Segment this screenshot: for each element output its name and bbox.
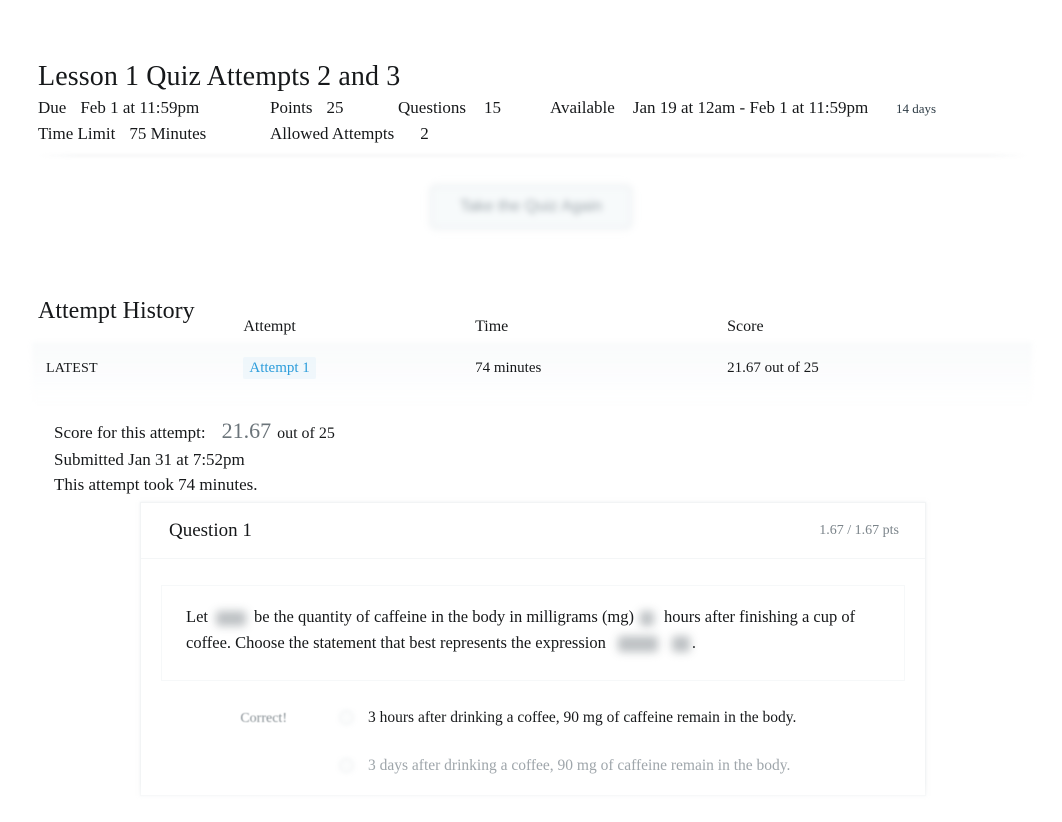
available-label: Available (550, 98, 615, 117)
redacted-math-expression-1 (617, 636, 658, 653)
answer-feedback-correct: Correct! (240, 711, 287, 726)
answer-2-text: 3 days after drinking a coffee, 90 mg of… (368, 757, 791, 774)
score-out-of: out of 25 (277, 425, 335, 442)
question-text-part-1: Let (186, 607, 208, 626)
questions-value: 15 (484, 98, 501, 117)
column-header-score: Score (727, 318, 764, 335)
answer-list: Correct! 3 hours after drinking a coffee… (141, 699, 925, 795)
answer-item-2[interactable]: 3 days after drinking a coffee, 90 mg of… (141, 747, 925, 795)
points-group: Points 25 (270, 98, 398, 118)
time-limit-value: 75 Minutes (129, 124, 207, 143)
column-header-time: Time (475, 318, 509, 335)
redacted-math-variable-q (216, 610, 246, 626)
score-summary: Score for this attempt: 21.67 out of 25 Su… (54, 418, 335, 498)
due-value: Feb 1 at 11:59pm (80, 98, 200, 117)
question-text-part-4: . (691, 633, 696, 652)
available-group: Available Jan 19 at 12am - Feb 1 at 11:59… (550, 98, 870, 118)
time-limit-label: Time Limit (38, 124, 116, 143)
attempt-time-cell: 74 minutes (475, 360, 542, 376)
score-line: Score for this attempt: 21.67 out of 25 (54, 418, 335, 447)
submitted-line: Submitted Jan 31 at 7:52pm (54, 449, 245, 469)
attempt-score-cell: 21.67 out of 25 (727, 360, 819, 376)
table-row[interactable]: LATEST Attempt 1 74 minutes 21.67 out of… (32, 348, 1032, 387)
answer-item-1[interactable]: Correct! 3 hours after drinking a coffee… (141, 699, 925, 747)
question-points: 1.67 / 1.67 pts (819, 522, 899, 538)
attempt-history-table: Attempt Time Score LATEST Attempt 1 74 m… (32, 318, 1032, 387)
question-text: Let be the quantity of caffeine in the bo… (186, 604, 880, 656)
score-value: 21.67 (221, 418, 272, 443)
due-label: Due (38, 98, 67, 117)
allowed-attempts-value: 2 (420, 124, 429, 143)
allowed-attempts-group: Allowed Attempts 2 (270, 124, 429, 144)
duration-line: This attempt took 74 minutes. (54, 475, 258, 494)
attempt-1-link[interactable]: Attempt 1 (243, 357, 316, 379)
latest-badge: LATEST (32, 348, 243, 387)
quiz-results-page: Lesson 1 Quiz Attempts 2 and 3 Due Feb 1 … (0, 0, 1062, 822)
time-limit-group: Time Limit 75 Minutes (38, 124, 270, 144)
page-title: Lesson 1 Quiz Attempts 2 and 3 (38, 60, 401, 92)
questions-group: Questions 15 (398, 98, 550, 118)
due-group: Due Feb 1 at 11:59pm (38, 98, 270, 118)
points-label: Points (270, 98, 313, 117)
redacted-math-expression-2 (671, 636, 690, 653)
answer-1-text: 3 hours after drinking a coffee, 90 mg o… (368, 709, 797, 726)
score-label: Score for this attempt: (54, 423, 206, 442)
latest-badge-label: LATEST (46, 361, 98, 376)
quiz-header-row-1: Due Feb 1 at 11:59pm Points 25 Questions 15… (38, 98, 1028, 124)
take-quiz-again-button[interactable]: Take the Quiz Again (431, 186, 631, 228)
answer-2-row[interactable]: 3 days after drinking a coffee, 90 mg of… (339, 755, 790, 777)
questions-label: Questions (398, 98, 466, 117)
column-header-attempt: Attempt (243, 318, 296, 335)
radio-button-icon[interactable] (339, 758, 354, 773)
points-value: 25 (326, 98, 344, 117)
header-divider (38, 155, 1028, 156)
radio-button-icon[interactable] (339, 710, 354, 725)
table-header-row: Attempt Time Score (32, 318, 1032, 348)
question-name: Question 1 (169, 519, 252, 541)
question-text-part-2: be the quantity of caffeine in the body … (254, 607, 635, 626)
question-card: Question 1 1.67 / 1.67 pts Let be the qua… (140, 502, 926, 796)
available-duration: 14 days (896, 101, 937, 116)
answer-1-row[interactable]: 3 hours after drinking a coffee, 90 mg o… (339, 707, 796, 729)
quiz-header-details: Due Feb 1 at 11:59pm Points 25 Questions 15… (38, 98, 1028, 150)
question-header: Question 1 1.67 / 1.67 pts (141, 503, 925, 559)
redacted-math-variable-t (640, 610, 655, 626)
available-value: Jan 19 at 12am - Feb 1 at 11:59pm (632, 98, 869, 117)
column-header-blank (32, 318, 243, 348)
question-body: Let be the quantity of caffeine in the bo… (161, 585, 905, 681)
allowed-attempts-label: Allowed Attempts (270, 124, 395, 143)
attempt-cell: Attempt 1 (243, 348, 475, 387)
quiz-header-row-2: Time Limit 75 Minutes Allowed Attempts 2 (38, 124, 1028, 150)
take-quiz-again-container: Take the Quiz Again (0, 186, 1062, 228)
